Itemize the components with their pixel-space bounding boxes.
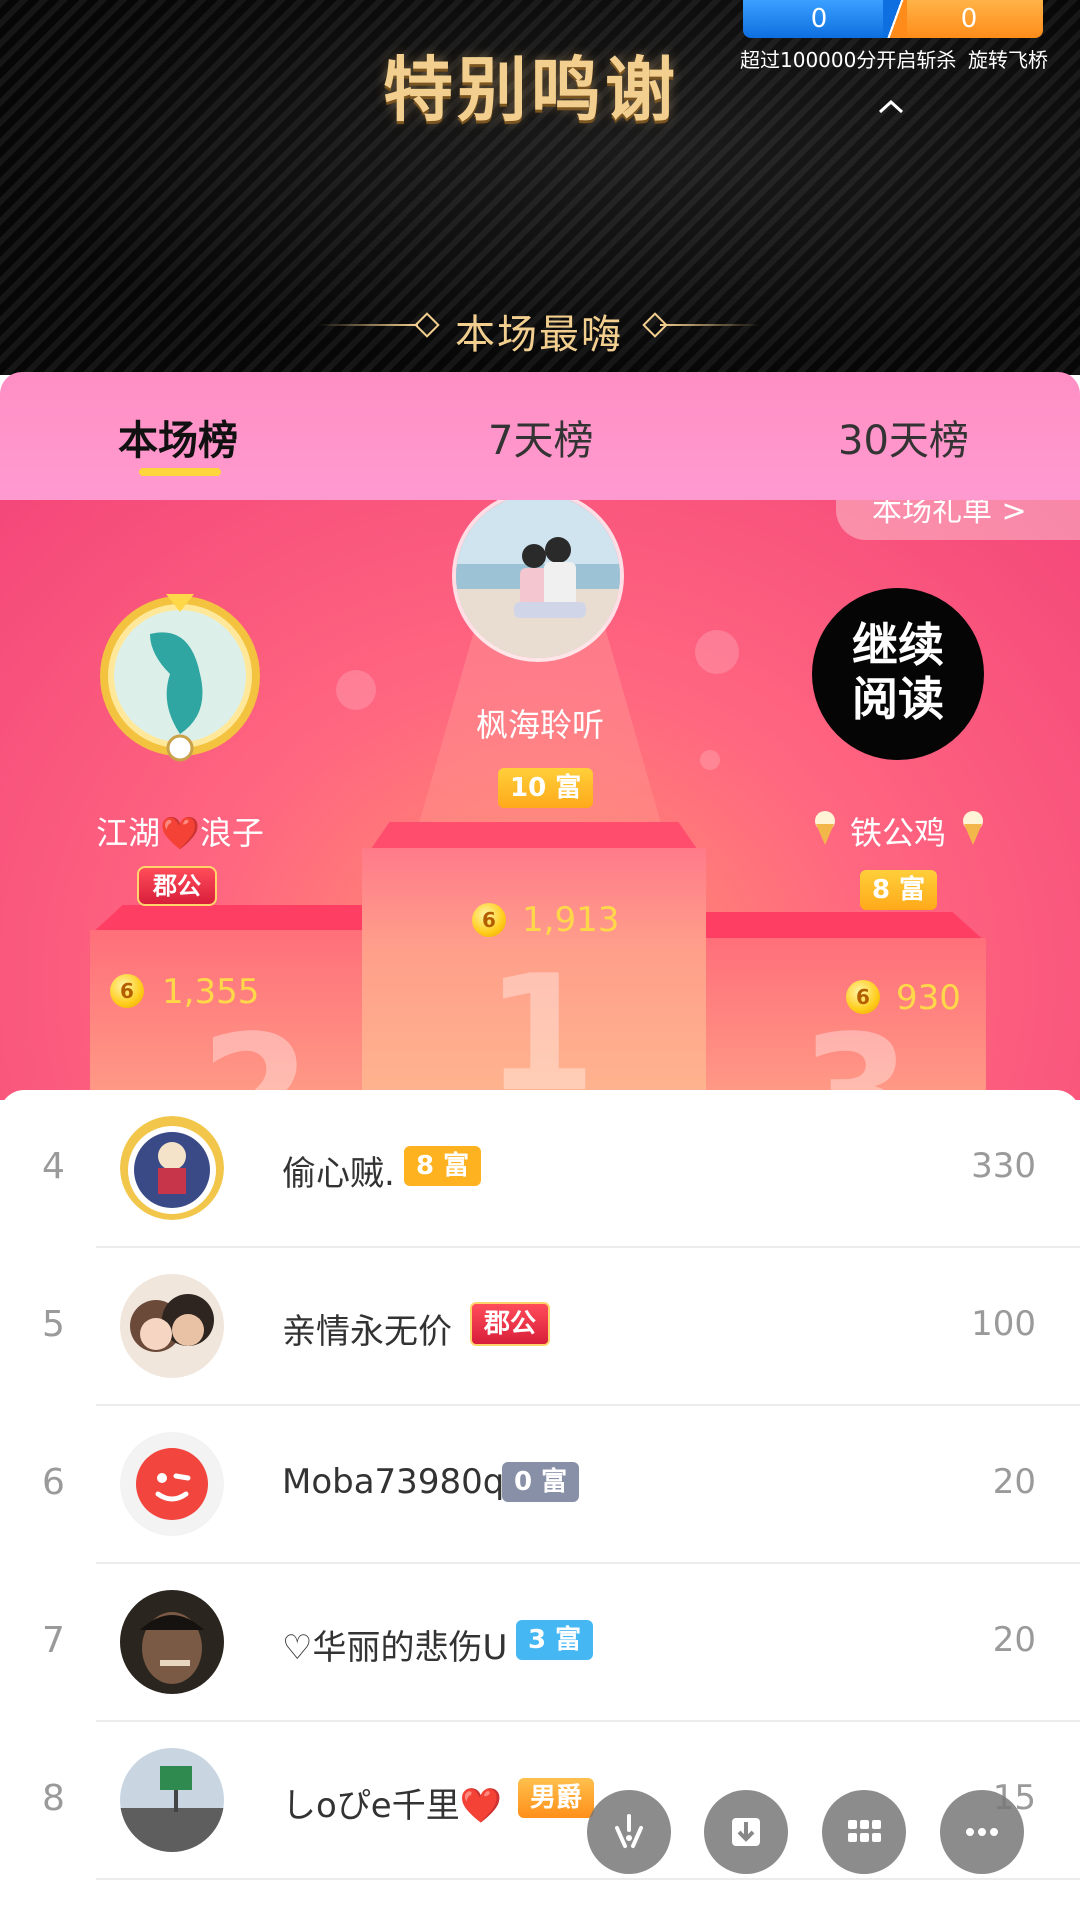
avatar-frame-second: [100, 594, 260, 762]
row-divider: [96, 1878, 1080, 1880]
list-row[interactable]: 5 亲情永无价 郡公 100: [0, 1248, 1080, 1406]
second-place-badge: 郡公: [137, 866, 217, 906]
download-icon: [732, 1818, 760, 1846]
battle-progress-bar: 0 0: [743, 0, 1043, 40]
coin-icon: 6: [472, 903, 506, 937]
third-place-coins: 930: [896, 978, 961, 1018]
header-banner: 特别鸣谢 0 0 超过100000分开启斩杀 旋转飞桥 本场最嗨: [0, 0, 1080, 375]
sparkle-icon: [615, 1814, 643, 1848]
divider-line-left: [318, 324, 418, 326]
avatar-second[interactable]: [90, 584, 270, 764]
rotate-tip: 旋转飞桥: [968, 48, 1048, 72]
subtitle-row: 本场最嗨: [0, 296, 1080, 358]
first-place-badge: 10 富: [498, 768, 594, 808]
avatar-overlay-text: 继续 阅读: [852, 618, 944, 726]
avatar-image: [120, 1116, 224, 1220]
more-icon: [966, 1828, 998, 1836]
first-place-name: 枫海聆听: [475, 706, 604, 744]
avatar-third[interactable]: 继续 阅读: [812, 588, 984, 760]
list-row[interactable]: 7 ♡华丽的悲伤U 3 富 20: [0, 1564, 1080, 1722]
row-score: 20: [992, 1620, 1036, 1660]
progress-left-value: 0: [743, 0, 895, 38]
row-username: 偷心贼.: [282, 1154, 395, 1194]
podium-area: 本场礼单 > 1 2 3 枫海聆听 10 富 6 1,913 江湖❤️浪子 郡公…: [0, 500, 1080, 1100]
row-rank: 8: [42, 1778, 65, 1819]
ice-cream-icon: [812, 810, 838, 846]
title-badge: 郡公: [470, 1302, 551, 1346]
decor-bubble: [336, 670, 376, 710]
rich-level-badge: 0 富: [502, 1462, 580, 1502]
list-row[interactable]: 8 しoぴe千里❤️ 男爵 15: [0, 1722, 1080, 1880]
rich-level-badge: 3 富: [516, 1620, 594, 1660]
diamond-icon: [414, 312, 440, 338]
row-username: 亲情永无价: [282, 1312, 452, 1352]
section-subtitle: 本场最嗨: [455, 312, 623, 358]
ranking-list: 4 偷心贼. 8 富 330 5 亲情永无价 郡公 100 6 Moba7398…: [0, 1090, 1080, 1920]
row-rank: 5: [42, 1304, 65, 1345]
coin-icon: 6: [110, 974, 144, 1008]
podium-number-1: 1: [485, 940, 597, 1100]
second-place-coins: 1,355: [162, 972, 260, 1012]
list-row[interactable]: 4 偷心贼. 8 富 330: [0, 1090, 1080, 1248]
avatar[interactable]: [120, 1590, 224, 1694]
avatar-image: [120, 1432, 224, 1536]
row-rank: 7: [42, 1620, 65, 1661]
grid-icon: [848, 1820, 881, 1842]
podium-number-3: 3: [800, 1000, 912, 1100]
second-place-name: 江湖❤️浪子: [96, 814, 264, 852]
progress-divider: [883, 0, 907, 38]
gift-list-link[interactable]: 本场礼单 >: [836, 500, 1080, 540]
avatar-image: [120, 1748, 224, 1852]
threshold-tip: 超过100000分开启斩杀: [740, 48, 957, 72]
grid-button[interactable]: [822, 1790, 906, 1874]
row-rank: 6: [42, 1462, 65, 1503]
divider-line-right: [660, 324, 760, 326]
row-username: Moba73980q: [282, 1462, 505, 1502]
ranking-tabs: 本场榜 7天榜 30天榜: [0, 372, 1080, 502]
title-badge: 男爵: [518, 1778, 595, 1818]
progress-right-value: 0: [895, 0, 1043, 38]
third-place-name: 铁公鸡: [849, 814, 946, 852]
active-tab-indicator: [139, 468, 221, 476]
avatar-image: [120, 1590, 224, 1694]
coin-icon: 6: [846, 980, 880, 1014]
decor-bubble: [695, 630, 739, 674]
avatar[interactable]: [120, 1116, 224, 1220]
tab-current-session[interactable]: 本场榜: [118, 408, 238, 466]
avatar[interactable]: [120, 1432, 224, 1536]
tab-30-days[interactable]: 30天榜: [838, 408, 969, 466]
ice-cream-icon: [960, 810, 986, 846]
list-row[interactable]: 6 Moba73980q 0 富 20: [0, 1406, 1080, 1564]
third-place-badge: 8 富: [860, 870, 938, 910]
tab-7-days[interactable]: 7天榜: [488, 408, 593, 466]
row-username: しoぴe千里❤️: [282, 1786, 503, 1826]
row-score: 100: [971, 1304, 1036, 1344]
more-button[interactable]: [940, 1790, 1024, 1874]
download-button[interactable]: [704, 1790, 788, 1874]
decor-bubble: [700, 750, 720, 770]
avatar[interactable]: [120, 1748, 224, 1852]
sparkle-button[interactable]: [587, 1790, 671, 1874]
row-rank: 4: [42, 1146, 65, 1187]
podium-number-2: 2: [200, 1000, 312, 1100]
row-username: ♡华丽的悲伤U: [282, 1628, 508, 1668]
avatar-image: [120, 1274, 224, 1378]
row-score: 20: [992, 1462, 1036, 1502]
avatar[interactable]: [120, 1274, 224, 1378]
row-score: 330: [971, 1146, 1036, 1186]
rich-level-badge: 8 富: [404, 1146, 482, 1186]
first-place-coins: 1,913: [522, 900, 620, 940]
chevron-up-icon[interactable]: [876, 92, 906, 122]
page-title: 特别鸣谢: [383, 48, 679, 131]
